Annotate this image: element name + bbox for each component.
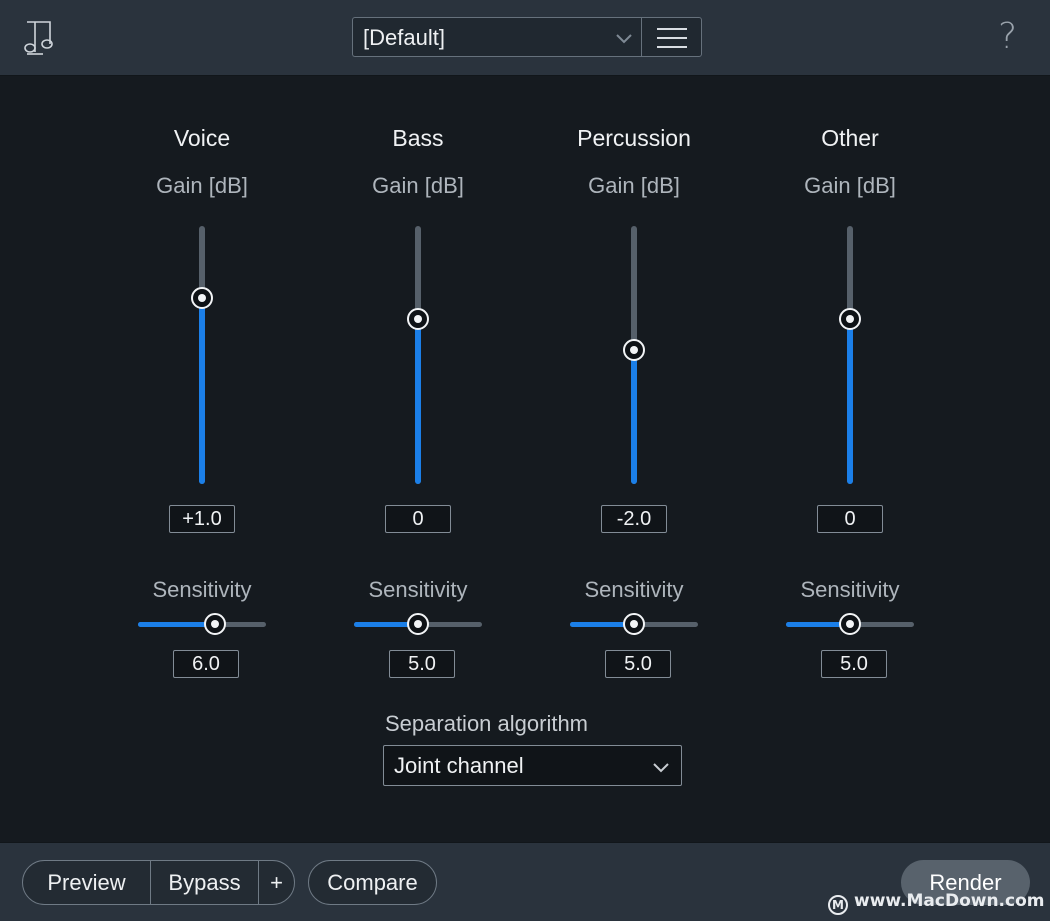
- chevron-down-icon: [653, 763, 669, 773]
- preset-value: [Default]: [363, 25, 445, 50]
- gain-slider-handle[interactable]: [191, 287, 213, 309]
- column-title: Percussion: [577, 125, 691, 151]
- preview-bypass-group: Preview Bypass +: [22, 860, 295, 905]
- sensitivity-value-field[interactable]: 6.0: [173, 650, 239, 678]
- sensitivity-label: Sensitivity: [584, 577, 684, 602]
- gain-label: Gain [dB]: [588, 173, 680, 198]
- compare-button[interactable]: Compare: [308, 860, 437, 905]
- gain-slider-fill: [847, 319, 853, 484]
- bottom-bar: Preview Bypass + Compare Render Mwww.Mac…: [0, 842, 1050, 921]
- gain-slider[interactable]: [415, 226, 421, 484]
- column-title: Bass: [392, 125, 444, 151]
- gain-slider-handle[interactable]: [623, 339, 645, 361]
- sensitivity-value-field[interactable]: 5.0: [605, 650, 671, 678]
- help-icon[interactable]: ?: [998, 16, 1017, 57]
- gain-label: Gain [dB]: [804, 173, 896, 198]
- separation-algorithm-value: Joint channel: [394, 753, 524, 778]
- sensitivity-slider-handle[interactable]: [204, 613, 226, 635]
- gain-slider-fill: [199, 298, 205, 484]
- sensitivity-label: Sensitivity: [152, 577, 252, 602]
- gain-label: Gain [dB]: [372, 173, 464, 198]
- sensitivity-slider-handle[interactable]: [839, 613, 861, 635]
- gain-slider-handle[interactable]: [407, 308, 429, 330]
- music-rebalance-window: [Default] ? Voice Gain [dB] +1.0 Sensitivi…: [0, 0, 1050, 921]
- gain-slider-fill: [415, 319, 421, 484]
- top-bar: [Default] ?: [0, 0, 1050, 76]
- sensitivity-label: Sensitivity: [368, 577, 468, 602]
- watermark: Mwww.MacDown.com: [828, 891, 1044, 915]
- sensitivity-label: Sensitivity: [800, 577, 900, 602]
- gain-slider[interactable]: [847, 226, 853, 484]
- separation-algorithm-label: Separation algorithm: [385, 711, 589, 736]
- gain-slider[interactable]: [199, 226, 205, 484]
- sensitivity-slider-handle[interactable]: [407, 613, 429, 635]
- gain-value-field[interactable]: +1.0: [169, 505, 235, 533]
- preview-button[interactable]: Preview: [23, 861, 150, 904]
- preset-menu-button[interactable]: [641, 17, 702, 57]
- column-title: Voice: [173, 125, 231, 151]
- chevron-down-icon: [616, 34, 632, 44]
- music-notes-icon: [24, 21, 53, 55]
- column-title: Other: [821, 125, 879, 151]
- gain-label: Gain [dB]: [156, 173, 248, 198]
- watermark-logo-icon: M: [828, 895, 848, 915]
- gain-value-field[interactable]: 0: [385, 505, 451, 533]
- separation-algorithm-dropdown[interactable]: Joint channel: [383, 745, 682, 786]
- sensitivity-slider[interactable]: [138, 622, 266, 627]
- gain-value-field[interactable]: 0: [817, 505, 883, 533]
- gain-slider-fill: [631, 350, 637, 484]
- watermark-text: www.MacDown.com: [854, 891, 1045, 911]
- sensitivity-slider-handle[interactable]: [623, 613, 645, 635]
- sensitivity-value-field[interactable]: 5.0: [389, 650, 455, 678]
- gain-value-field[interactable]: -2.0: [601, 505, 667, 533]
- gain-slider-handle[interactable]: [839, 308, 861, 330]
- bypass-button[interactable]: Bypass: [151, 861, 258, 904]
- preset-dropdown[interactable]: [Default]: [352, 17, 642, 57]
- menu-icon: [657, 28, 687, 30]
- add-button[interactable]: +: [259, 861, 294, 904]
- sensitivity-value-field[interactable]: 5.0: [821, 650, 887, 678]
